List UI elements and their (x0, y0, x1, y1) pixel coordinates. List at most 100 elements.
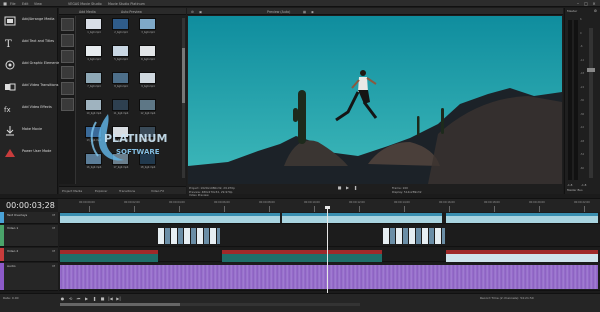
folder-icon[interactable] (61, 18, 74, 31)
meter-value-left: -1.8 (567, 183, 573, 187)
track-color-strip (0, 225, 4, 246)
ruler-label: 00:00:14;00 (394, 201, 410, 204)
track-name[interactable]: Text Overlays (7, 213, 27, 217)
video-clip[interactable] (383, 228, 445, 244)
wizard-item-add-text[interactable]: T Add Text and Titles (2, 34, 57, 56)
tab-video-preview[interactable]: Video Preview (189, 193, 209, 197)
media-thumbnail[interactable] (85, 18, 102, 30)
overlay-icon[interactable]: ▦ (303, 10, 306, 14)
mute-icon[interactable]: M (52, 264, 55, 268)
record-time: Record Time (2 channels): 54:21:50 (480, 296, 534, 300)
stop-icon[interactable]: ■ (100, 296, 105, 301)
text-clip[interactable] (446, 213, 598, 223)
hscroll-thumb[interactable] (60, 303, 180, 306)
ruler-label: 00:00:18;00 (484, 201, 500, 204)
folder-icon[interactable] (61, 66, 74, 79)
ruler-label: 00:00:04;00 (169, 201, 185, 204)
go-end-icon[interactable]: ▶| (116, 296, 121, 301)
track-name[interactable]: Video 2 (7, 249, 18, 253)
record-icon[interactable]: ● (60, 296, 65, 301)
track-header[interactable]: Text Overlays M (0, 212, 58, 224)
wizard-item-add-transitions[interactable]: Add Video Transitions (2, 78, 58, 100)
wizard-item-power-user[interactable]: Power User Mode (2, 144, 57, 166)
tab-explorer[interactable]: Explorer (95, 189, 108, 193)
meter-scale-label: -42 (580, 126, 585, 129)
media-thumbnail[interactable] (139, 72, 156, 84)
track-name[interactable]: Audio (7, 264, 16, 268)
media-thumbnail[interactable] (112, 72, 129, 84)
media-thumbnail[interactable] (139, 45, 156, 57)
scroll-thumb[interactable] (182, 48, 185, 103)
text-clip[interactable] (282, 213, 442, 223)
video-clip[interactable] (446, 250, 598, 262)
tab-auto-preview[interactable]: Auto Preview (121, 10, 142, 14)
timeline-hscroll[interactable] (60, 303, 360, 306)
fader-track[interactable] (587, 28, 595, 178)
media-thumbnail[interactable] (85, 45, 102, 57)
play-icon[interactable]: ▶ (345, 185, 350, 190)
wizard-item-make-movie[interactable]: Make Movie (2, 122, 57, 144)
media-thumbnail[interactable] (112, 45, 129, 57)
track-header[interactable]: Video 1 M (0, 225, 58, 247)
close-icon[interactable]: × (591, 1, 597, 6)
text-clip[interactable] (60, 213, 280, 223)
menu-edit[interactable]: Edit (22, 2, 28, 6)
media-caption: 9_bg0.mp4 (141, 85, 155, 88)
tab-master-bus[interactable]: Master Bus (567, 188, 583, 192)
wizard-item-add-arrange-media[interactable]: Add/Arrange Media (2, 12, 57, 34)
tab-video-fx[interactable]: Video FX (151, 189, 164, 193)
watermark-logo: PLATINUM SOFTWARE (90, 114, 167, 161)
wizard-item-add-graphics[interactable]: Add Graphic Elements (2, 56, 60, 78)
wizard-item-add-effects[interactable]: fx Add Video Effects (2, 100, 57, 122)
tab-transitions[interactable]: Transitions (119, 189, 135, 193)
media-thumbnail[interactable] (139, 18, 156, 30)
ruler-label: 00:00:02;00 (124, 201, 140, 204)
loop-icon[interactable]: ⟲ (68, 296, 73, 301)
meter-settings-icon[interactable]: ⚙ (594, 9, 597, 13)
menu-file[interactable]: File (10, 2, 16, 6)
meter-left (568, 20, 572, 180)
media-thumbnail[interactable] (112, 18, 129, 30)
folder-icon[interactable] (61, 82, 74, 95)
media-scrollbar[interactable] (182, 18, 185, 178)
playhead[interactable] (327, 207, 328, 293)
mute-icon[interactable]: M (52, 249, 55, 253)
play-from-start-icon[interactable]: ⏮ (76, 296, 81, 301)
pause-icon[interactable]: ❚ (92, 296, 97, 301)
track-header[interactable]: Video 2 M (0, 248, 58, 262)
ruler-label: 00:00:16;00 (439, 201, 455, 204)
media-caption: 3_bg0.mp4 (141, 31, 155, 34)
split-icon[interactable]: ▣ (199, 10, 202, 14)
track-header[interactable]: Audio M (0, 263, 58, 291)
tab-project-media[interactable]: Project Media (62, 189, 82, 193)
menu-view[interactable]: View (34, 2, 42, 6)
ruler-label: 00:00:08;00 (259, 201, 275, 204)
wizard-label: Add/Arrange Media (22, 17, 55, 21)
maximize-icon[interactable]: □ (583, 1, 589, 6)
play-icon[interactable]: ▶ (84, 296, 89, 301)
tab-add-media[interactable]: Add Media (79, 10, 96, 14)
folder-icon[interactable] (61, 98, 74, 111)
video-clip[interactable] (222, 250, 382, 262)
video-clip[interactable] (158, 228, 220, 244)
playhead-handle[interactable] (325, 206, 330, 209)
preview-settings-icon[interactable]: ⚙ (191, 10, 194, 14)
pause-icon[interactable]: ❚ (353, 185, 358, 190)
track-name[interactable]: Video 1 (7, 226, 18, 230)
preview-quality-dropdown[interactable]: Preview (Auto) (267, 10, 290, 14)
go-start-icon[interactable]: |◀ (108, 296, 113, 301)
minimize-icon[interactable]: – (575, 1, 581, 6)
timecode-box: 00:00:03;28 (0, 199, 58, 213)
video-clip[interactable] (60, 250, 158, 262)
fader-handle[interactable] (587, 68, 595, 72)
mute-icon[interactable]: M (52, 213, 55, 217)
stop-icon[interactable]: ■ (337, 185, 342, 190)
folder-icon[interactable] (61, 34, 74, 47)
media-thumbnail[interactable] (85, 72, 102, 84)
wizard-label: Make Movie (22, 127, 43, 131)
folder-icon[interactable] (61, 50, 74, 63)
track-lane[interactable] (59, 225, 600, 247)
mute-icon[interactable]: M (52, 226, 55, 230)
audio-clip[interactable] (60, 265, 598, 289)
snapshot-icon[interactable]: ◉ (311, 10, 314, 14)
